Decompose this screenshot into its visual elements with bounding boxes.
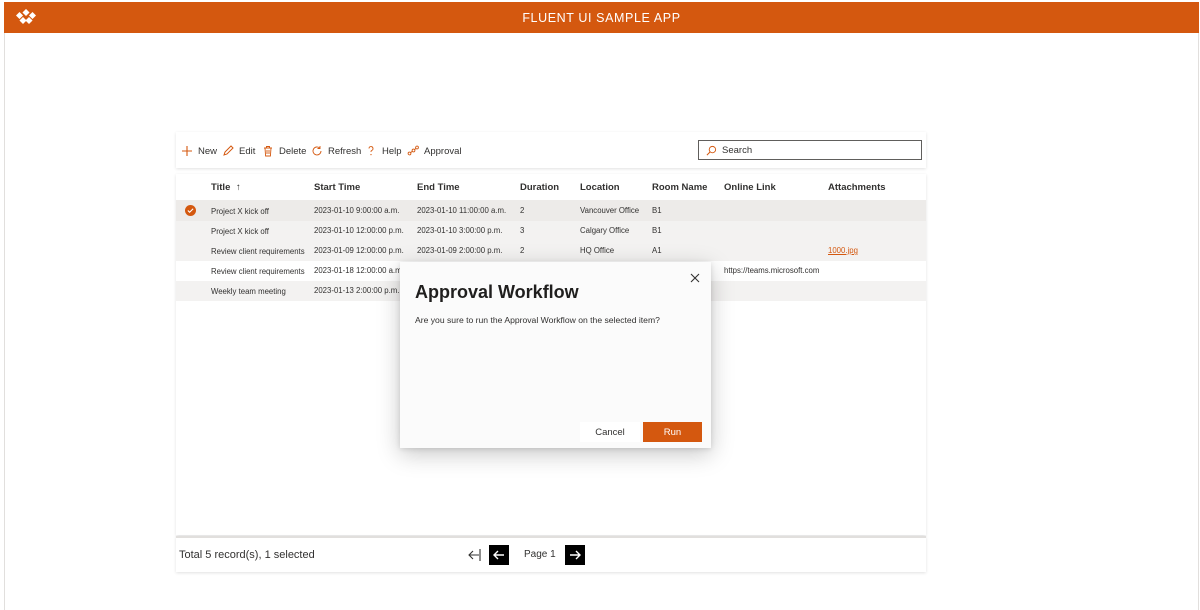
command-bar: New Edit Delete Refresh Help Approval (176, 132, 926, 168)
grid-header: Title ↑ Start Time End Time Duration Loc… (176, 174, 926, 201)
cell-title: Review client requirements (211, 267, 305, 276)
new-button[interactable]: New (181, 143, 217, 159)
delete-button[interactable]: Delete (262, 143, 306, 159)
column-header-online-link[interactable]: Online Link (724, 182, 776, 193)
approval-dialog: Approval Workflow Are you sure to run th… (400, 262, 711, 448)
new-button-label: New (198, 145, 218, 157)
cell-location: Calgary Office (580, 226, 630, 235)
approval-icon (407, 145, 419, 156)
help-icon (368, 146, 374, 156)
dialog-title: Approval Workflow (415, 282, 579, 302)
delete-button-label: Delete (279, 145, 307, 157)
cell-start-time: 2023-01-13 2:00:00 p.m. (314, 286, 400, 295)
cell-start-time: 2023-01-18 12:00:00 a.m. (314, 266, 404, 275)
previous-page-button[interactable] (489, 545, 509, 565)
help-button[interactable]: Help (365, 143, 402, 159)
frame-border-right (1198, 33, 1199, 610)
cell-end-time: 2023-01-10 11:00:00 a.m. (417, 206, 507, 215)
column-header-title[interactable]: Title ↑ (211, 182, 241, 193)
run-button[interactable]: Run (643, 422, 702, 442)
attachment-link[interactable]: 1000.jpg (828, 246, 858, 255)
cell-start-time: 2023-01-09 12:00:00 p.m. (314, 246, 404, 255)
cell-end-time: 2023-01-09 2:00:00 p.m. (417, 246, 503, 255)
cell-title: Project X kick off (211, 207, 269, 216)
edit-icon (223, 145, 234, 156)
cancel-button[interactable]: Cancel (580, 422, 640, 442)
cell-location: HQ Office (580, 246, 615, 255)
cell-start-time: 2023-01-10 9:00:00 a.m. (314, 206, 400, 215)
edit-button[interactable]: Edit (222, 143, 255, 159)
app-title: FLUENT UI SAMPLE APP (522, 10, 681, 25)
cell-duration: 3 (520, 226, 525, 235)
cell-room-name: B1 (652, 226, 662, 235)
cell-title: Weekly team meeting (211, 287, 286, 296)
refresh-button-label: Refresh (328, 145, 362, 157)
column-header-attachments[interactable]: Attachments (828, 182, 886, 193)
cell-start-time: 2023-01-10 12:00:00 p.m. (314, 226, 404, 235)
cell-end-time: 2023-01-10 3:00:00 p.m. (417, 226, 503, 235)
table-row[interactable]: Review client requirements 2023-01-09 12… (176, 241, 926, 261)
cell-room-name: B1 (652, 206, 662, 215)
delete-icon (264, 146, 272, 157)
arrow-left-icon (493, 550, 504, 560)
search-box[interactable] (698, 140, 922, 160)
cell-duration: 2 (520, 246, 525, 255)
column-header-start-time[interactable]: Start Time (314, 182, 360, 193)
app-header: FLUENT UI SAMPLE APP (4, 2, 1199, 33)
column-header-location[interactable]: Location (580, 182, 620, 193)
record-summary: Total 5 record(s), 1 selected (179, 549, 315, 561)
grid-footer: Total 5 record(s), 1 selected Page 1 (176, 536, 926, 572)
dialog-message: Are you sure to run the Approval Workflo… (415, 315, 660, 325)
sort-ascending-icon: ↑ (236, 182, 241, 193)
help-button-label: Help (382, 145, 402, 157)
cell-online-link[interactable]: https://teams.microsoft.com (724, 266, 819, 275)
frame-border-left (4, 33, 5, 610)
column-header-end-time[interactable]: End Time (417, 182, 460, 193)
column-header-title-label: Title (211, 182, 231, 193)
close-icon[interactable] (690, 273, 700, 283)
search-input[interactable] (722, 144, 902, 156)
table-row[interactable]: Project X kick off 2023-01-10 9:00:00 a.… (176, 201, 926, 221)
first-page-icon[interactable] (467, 548, 481, 562)
brand-logo-icon[interactable] (16, 9, 36, 27)
add-icon (182, 146, 192, 156)
cell-title: Review client requirements (211, 247, 305, 256)
arrow-right-icon (570, 550, 581, 560)
row-selected-check-icon[interactable] (185, 205, 196, 216)
approval-button[interactable]: Approval (407, 143, 462, 159)
edit-button-label: Edit (239, 145, 256, 157)
cell-duration: 2 (520, 206, 525, 215)
refresh-icon (312, 146, 322, 156)
cell-location: Vancouver Office (580, 206, 640, 215)
page-indicator: Page 1 (524, 549, 556, 560)
approval-button-label: Approval (424, 145, 462, 157)
cell-room-name: A1 (652, 246, 662, 255)
cell-title: Project X kick off (211, 227, 269, 236)
column-header-duration[interactable]: Duration (520, 182, 559, 193)
search-icon (706, 145, 717, 155)
table-row[interactable]: Project X kick off 2023-01-10 12:00:00 p… (176, 221, 926, 241)
refresh-button[interactable]: Refresh (311, 143, 361, 159)
column-header-room-name[interactable]: Room Name (652, 182, 707, 193)
next-page-button[interactable] (565, 545, 585, 565)
